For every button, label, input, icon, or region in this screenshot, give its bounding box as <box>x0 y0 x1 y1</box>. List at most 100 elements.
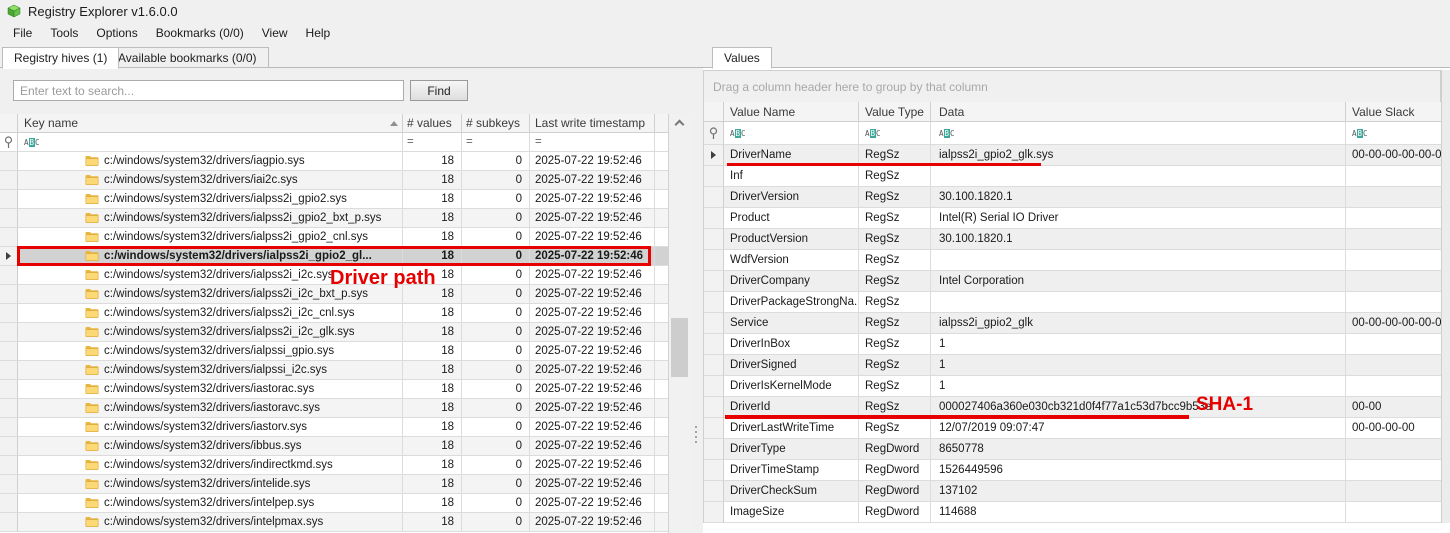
value-name-cell[interactable]: ProductVersion <box>724 229 859 250</box>
last-write-cell[interactable]: 2025-07-22 19:52:46 <box>530 285 655 304</box>
column-header-value-slack[interactable]: Value Slack <box>1346 102 1442 122</box>
value-slack-cell[interactable]: 00-00-00-00-00-00 <box>1346 145 1442 166</box>
last-write-filter-cell[interactable]: = <box>530 133 655 152</box>
value-type-cell[interactable]: RegSz <box>859 418 931 439</box>
num-subkeys-cell[interactable]: 0 <box>462 247 530 266</box>
value-row[interactable]: WdfVersionRegSz <box>704 250 1441 271</box>
value-type-cell[interactable]: RegSz <box>859 271 931 292</box>
last-write-cell[interactable]: 2025-07-22 19:52:46 <box>530 247 655 266</box>
value-row[interactable]: DriverIdRegSz000027406a360e030cb321d0f4f… <box>704 397 1441 418</box>
last-write-cell[interactable]: 2025-07-22 19:52:46 <box>530 152 655 171</box>
tree-row[interactable]: c:/windows/system32/drivers/intelpmax.sy… <box>0 513 689 532</box>
num-subkeys-cell[interactable]: 0 <box>462 513 530 532</box>
last-write-cell[interactable]: 2025-07-22 19:52:46 <box>530 171 655 190</box>
search-input[interactable] <box>13 80 404 101</box>
key-name-cell[interactable]: c:/windows/system32/drivers/iastorv.sys <box>18 418 403 437</box>
last-write-cell[interactable]: 2025-07-22 19:52:46 <box>530 380 655 399</box>
key-name-cell[interactable]: c:/windows/system32/drivers/ialpssi_gpio… <box>18 342 403 361</box>
value-row[interactable]: DriverTimeStampRegDword1526449596 <box>704 460 1441 481</box>
key-name-cell[interactable]: c:/windows/system32/drivers/iastoravc.sy… <box>18 399 403 418</box>
num-subkeys-cell[interactable]: 0 <box>462 190 530 209</box>
num-subkeys-cell[interactable]: 0 <box>462 342 530 361</box>
value-type-cell[interactable]: RegSz <box>859 355 931 376</box>
value-row[interactable]: DriverPackageStrongNa...RegSz <box>704 292 1441 313</box>
value-name-cell[interactable]: Inf <box>724 166 859 187</box>
num-subkeys-cell[interactable]: 0 <box>462 209 530 228</box>
num-subkeys-cell[interactable]: 0 <box>462 304 530 323</box>
num-values-cell[interactable]: 18 <box>403 285 462 304</box>
value-type-cell[interactable]: RegDword <box>859 481 931 502</box>
data-cell[interactable]: 30.100.1820.1 <box>931 187 1346 208</box>
last-write-cell[interactable]: 2025-07-22 19:52:46 <box>530 304 655 323</box>
tab-available-bookmarks[interactable]: Available bookmarks (0/0) <box>106 47 269 68</box>
menu-options[interactable]: Options <box>87 24 146 42</box>
value-slack-cell[interactable] <box>1346 460 1442 481</box>
value-name-cell[interactable]: DriverVersion <box>724 187 859 208</box>
column-header-value-name[interactable]: Value Name <box>724 102 859 122</box>
num-values-cell[interactable]: 18 <box>403 247 462 266</box>
value-type-cell[interactable]: RegSz <box>859 208 931 229</box>
menu-view[interactable]: View <box>253 24 297 42</box>
last-write-cell[interactable]: 2025-07-22 19:52:46 <box>530 228 655 247</box>
data-cell[interactable]: ialpss2i_gpio2_glk <box>931 313 1346 334</box>
column-header-key-name[interactable]: Key name <box>18 114 403 133</box>
key-name-cell[interactable]: c:/windows/system32/drivers/iastorac.sys <box>18 380 403 399</box>
num-values-cell[interactable]: 18 <box>403 494 462 513</box>
last-write-cell[interactable]: 2025-07-22 19:52:46 <box>530 190 655 209</box>
tab-values[interactable]: Values <box>712 47 772 69</box>
last-write-cell[interactable]: 2025-07-22 19:52:46 <box>530 456 655 475</box>
num-subkeys-cell[interactable]: 0 <box>462 152 530 171</box>
tree-row[interactable]: c:/windows/system32/drivers/iagpio.sys18… <box>0 152 689 171</box>
value-slack-cell[interactable] <box>1346 187 1442 208</box>
last-write-cell[interactable]: 2025-07-22 19:52:46 <box>530 418 655 437</box>
num-subkeys-cell[interactable]: 0 <box>462 285 530 304</box>
data-cell[interactable]: 000027406a360e030cb321d0f4f77a1c53d7bcc9… <box>931 397 1346 418</box>
num-values-cell[interactable]: 18 <box>403 209 462 228</box>
value-slack-filter-cell[interactable]: ABC <box>1346 122 1442 145</box>
last-write-cell[interactable]: 2025-07-22 19:52:46 <box>530 437 655 456</box>
num-subkeys-cell[interactable]: 0 <box>462 494 530 513</box>
tree-row[interactable]: c:/windows/system32/drivers/iai2c.sys180… <box>0 171 689 190</box>
value-name-cell[interactable]: DriverTimeStamp <box>724 460 859 481</box>
data-cell[interactable]: Intel(R) Serial IO Driver <box>931 208 1346 229</box>
key-name-cell[interactable]: c:/windows/system32/drivers/intelide.sys <box>18 475 403 494</box>
value-type-cell[interactable]: RegSz <box>859 292 931 313</box>
num-values-cell[interactable]: 18 <box>403 475 462 494</box>
last-write-cell[interactable]: 2025-07-22 19:52:46 <box>530 399 655 418</box>
num-subkeys-cell[interactable]: 0 <box>462 323 530 342</box>
value-slack-cell[interactable] <box>1346 208 1442 229</box>
tree-row[interactable]: c:/windows/system32/drivers/ialpss2i_gpi… <box>0 228 689 247</box>
num-subkeys-cell[interactable]: 0 <box>462 380 530 399</box>
value-type-cell[interactable]: RegSz <box>859 145 931 166</box>
value-name-cell[interactable]: DriverIsKernelMode <box>724 376 859 397</box>
key-name-cell[interactable]: c:/windows/system32/drivers/intelpmax.sy… <box>18 513 403 532</box>
value-type-cell[interactable]: RegSz <box>859 229 931 250</box>
num-values-cell[interactable]: 18 <box>403 152 462 171</box>
column-header-data[interactable]: Data <box>931 102 1346 122</box>
value-slack-cell[interactable] <box>1346 250 1442 271</box>
tree-vertical-scrollbar[interactable] <box>668 114 690 533</box>
value-slack-cell[interactable] <box>1346 334 1442 355</box>
tree-row[interactable]: c:/windows/system32/drivers/iastorac.sys… <box>0 380 689 399</box>
value-slack-cell[interactable] <box>1346 229 1442 250</box>
data-cell[interactable]: 114688 <box>931 502 1346 523</box>
num-subkeys-cell[interactable]: 0 <box>462 475 530 494</box>
menu-bookmarks[interactable]: Bookmarks (0/0) <box>147 24 253 42</box>
last-write-cell[interactable]: 2025-07-22 19:52:46 <box>530 361 655 380</box>
panel-splitter[interactable] <box>690 68 703 533</box>
num-subkeys-cell[interactable]: 0 <box>462 418 530 437</box>
value-type-cell[interactable]: RegSz <box>859 166 931 187</box>
tree-row[interactable]: c:/windows/system32/drivers/indirectkmd.… <box>0 456 689 475</box>
value-name-cell[interactable]: DriverCompany <box>724 271 859 292</box>
num-values-cell[interactable]: 18 <box>403 266 462 285</box>
value-row[interactable]: DriverSignedRegSz1 <box>704 355 1441 376</box>
value-name-cell[interactable]: WdfVersion <box>724 250 859 271</box>
num-values-cell[interactable]: 18 <box>403 342 462 361</box>
last-write-cell[interactable]: 2025-07-22 19:52:46 <box>530 209 655 228</box>
find-button[interactable]: Find <box>410 80 468 101</box>
data-cell[interactable]: 8650778 <box>931 439 1346 460</box>
filter-pin-icon[interactable] <box>0 133 18 152</box>
key-name-cell[interactable]: c:/windows/system32/drivers/ialpss2i_i2c… <box>18 266 403 285</box>
key-name-cell[interactable]: c:/windows/system32/drivers/ibbus.sys <box>18 437 403 456</box>
tree-row[interactable]: c:/windows/system32/drivers/iastorv.sys1… <box>0 418 689 437</box>
